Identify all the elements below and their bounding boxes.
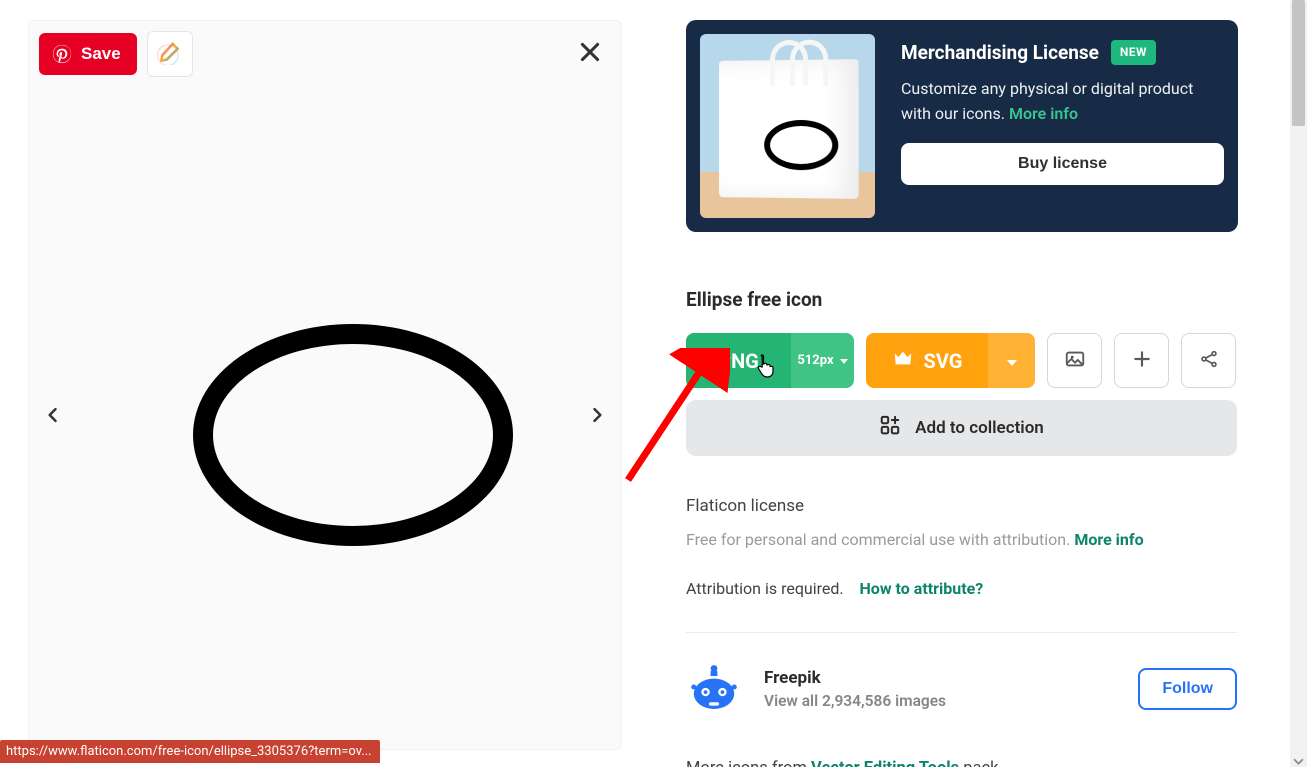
- caret-down-icon: [1007, 351, 1017, 370]
- png-download-group: PNG 512px: [686, 333, 854, 388]
- status-url-bar: https://www.flaticon.com/free-icon/ellip…: [0, 740, 380, 763]
- svg-dropdown-button[interactable]: [988, 333, 1035, 388]
- png-size-dropdown[interactable]: 512px: [791, 333, 854, 388]
- chevron-left-icon: [43, 414, 63, 433]
- png-download-button[interactable]: PNG: [686, 333, 791, 388]
- license-description: Free for personal and commercial use wit…: [686, 530, 1070, 549]
- next-button[interactable]: [587, 401, 607, 433]
- pinterest-icon: [51, 43, 73, 65]
- merch-license-card: Merchandising License NEW Customize any …: [686, 20, 1238, 232]
- close-icon: [577, 50, 603, 69]
- follow-button[interactable]: Follow: [1138, 668, 1237, 710]
- crown-icon: [892, 347, 914, 374]
- author-row: Freepik View all 2,934,586 images Follow: [686, 661, 1237, 717]
- how-to-attribute-link[interactable]: How to attribute?: [860, 579, 984, 598]
- share-icon: [1199, 349, 1219, 373]
- png-size-label: 512px: [797, 353, 833, 368]
- pencil-icon: [157, 39, 183, 69]
- more-icons-prefix: More icons from: [686, 759, 811, 767]
- add-to-collection-button[interactable]: Add to collection: [686, 400, 1237, 456]
- attribution-text: Attribution is required.: [686, 579, 844, 598]
- robot-icon: [687, 660, 741, 718]
- caret-down-icon: [840, 353, 848, 368]
- preview-panel: Save: [0, 0, 622, 767]
- ellipse-preview: [193, 324, 513, 546]
- author-name[interactable]: Freepik: [764, 668, 1116, 688]
- new-badge: NEW: [1111, 40, 1156, 65]
- add-button[interactable]: [1114, 333, 1169, 388]
- previous-button[interactable]: [43, 401, 63, 433]
- close-button[interactable]: [577, 39, 603, 69]
- download-row: PNG 512px SVG: [686, 333, 1261, 388]
- scrollbar[interactable]: [1290, 0, 1307, 767]
- merch-image: [700, 34, 875, 218]
- buy-license-button[interactable]: Buy license: [901, 143, 1224, 185]
- image-icon: [1064, 348, 1086, 374]
- license-more-info-link[interactable]: More info: [1074, 530, 1143, 549]
- merch-title: Merchandising License: [901, 38, 1099, 67]
- divider: [686, 632, 1237, 633]
- scrollbar-thumb[interactable]: [1292, 0, 1305, 126]
- share-button[interactable]: [1181, 333, 1236, 388]
- svg-download-group: SVG: [866, 333, 1035, 388]
- pack-link[interactable]: Vector Editing Tools: [811, 759, 959, 767]
- author-avatar[interactable]: [686, 661, 742, 717]
- merch-more-info-link[interactable]: More info: [1009, 104, 1078, 123]
- save-button[interactable]: Save: [39, 33, 137, 75]
- author-subtitle[interactable]: View all 2,934,586 images: [764, 692, 1116, 710]
- preview-card: Save: [28, 20, 622, 750]
- copy-image-button[interactable]: [1047, 333, 1102, 388]
- save-button-label: Save: [81, 44, 121, 64]
- license-title: Flaticon license: [686, 496, 1261, 516]
- icon-title: Ellipse free icon: [686, 288, 1261, 311]
- plus-icon: [1132, 349, 1152, 373]
- add-to-collection-label: Add to collection: [915, 418, 1044, 438]
- chevron-right-icon: [587, 414, 607, 433]
- scrollbar-down-icon[interactable]: [1293, 752, 1304, 763]
- collection-icon: [879, 415, 901, 442]
- more-icons-suffix: pack: [959, 759, 998, 767]
- svg-download-button[interactable]: SVG: [866, 333, 988, 388]
- edit-button[interactable]: [147, 31, 193, 77]
- details-panel: Merchandising License NEW Customize any …: [622, 0, 1289, 767]
- svg-label: SVG: [924, 349, 963, 373]
